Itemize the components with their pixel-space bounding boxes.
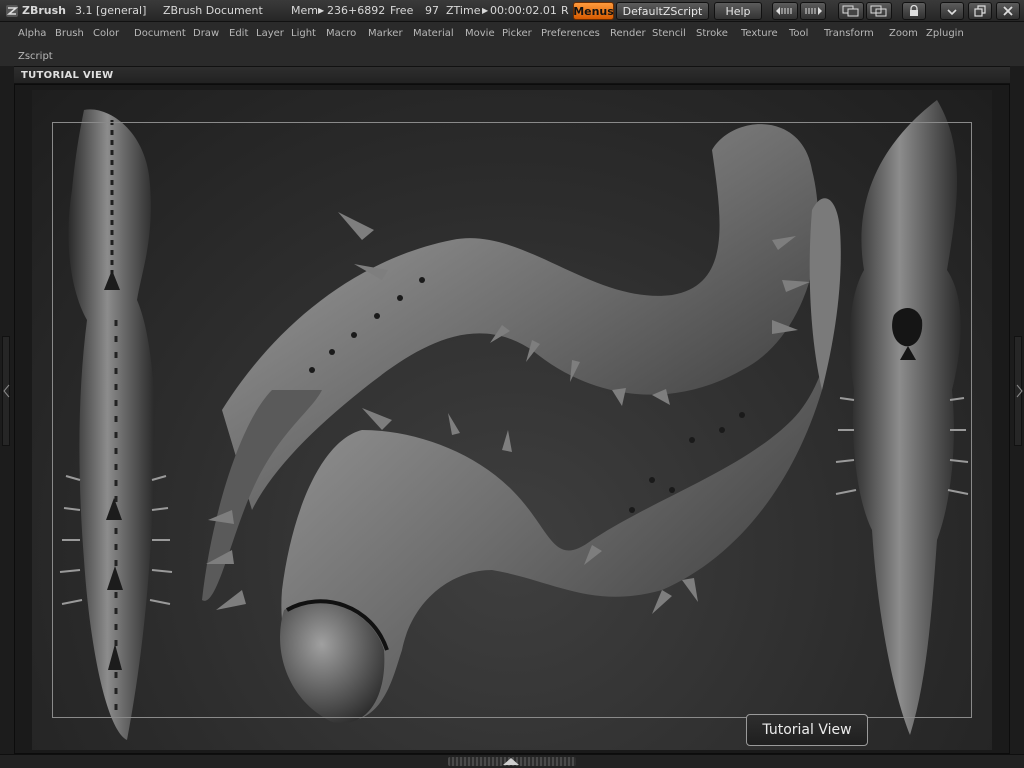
model-render [59,100,969,740]
lock-icon[interactable] [902,2,926,20]
menu-alpha[interactable]: Alpha [18,28,46,39]
model-center-view [202,124,841,724]
left-tray-arrow-icon [3,384,10,398]
menu-bar: Alpha Brush Color Document Draw Edit Lay… [0,22,1024,66]
menu-zoom[interactable]: Zoom [889,28,918,39]
title-bar: ZBrush 3.1 [general] ZBrush Document Mem… [0,0,1024,22]
menu-brush[interactable]: Brush [55,28,84,39]
tutorial-view-title: TUTORIAL VIEW [21,70,114,81]
menu-transform[interactable]: Transform [824,28,874,39]
menu-light[interactable]: Light [291,28,316,39]
ztime-value: 00:00:02.01 [490,4,557,17]
rec-marker: R [561,4,569,17]
menu-marker[interactable]: Marker [368,28,403,39]
layout-icon[interactable] [838,2,864,20]
scroll-left-icon[interactable] [772,2,798,20]
app-logo-icon [5,4,19,21]
document-name: ZBrush Document [163,4,263,17]
menu-movie[interactable]: Movie [465,28,495,39]
mem-value: 236+6892 [327,4,386,17]
menu-document[interactable]: Document [134,28,186,39]
document-canvas[interactable] [32,90,992,750]
model-right-view [835,100,969,735]
menu-preferences[interactable]: Preferences [541,28,600,39]
app-version: 3.1 [general] [75,4,147,17]
free-label: Free [390,4,414,17]
mem-label: Mem [291,4,318,17]
menu-draw[interactable]: Draw [193,28,219,39]
model-left-view [59,109,173,740]
menu-edit[interactable]: Edit [229,28,248,39]
menu-picker[interactable]: Picker [502,28,532,39]
menu-color[interactable]: Color [93,28,119,39]
default-zscript-button[interactable]: DefaultZScript [616,2,709,20]
menu-macro[interactable]: Macro [326,28,356,39]
bottom-tray-arrow-icon[interactable] [500,757,522,766]
ztime-arrow-icon: ▶ [482,6,489,15]
menu-zplugin[interactable]: Zplugin [926,28,964,39]
tutorial-view-tooltip: Tutorial View [746,714,868,746]
scroll-right-icon[interactable] [800,2,826,20]
close-icon[interactable] [996,2,1020,20]
menu-stroke[interactable]: Stroke [696,28,728,39]
help-button[interactable]: Help [714,2,762,20]
right-tray-arrow-icon [1016,384,1023,398]
layout-alt-icon[interactable] [866,2,892,20]
tutorial-view-strip: TUTORIAL VIEW [14,66,1010,84]
right-tray-handle[interactable] [1014,336,1023,446]
minimize-icon[interactable] [940,2,964,20]
menu-tool[interactable]: Tool [789,28,808,39]
free-value: 97 [425,4,439,17]
menu-texture[interactable]: Texture [741,28,778,39]
menu-zscript[interactable]: Zscript [18,51,53,62]
ztime-label: ZTime [446,4,481,17]
menu-material[interactable]: Material [413,28,454,39]
menu-layer[interactable]: Layer [256,28,284,39]
menu-render[interactable]: Render [610,28,646,39]
restore-icon[interactable] [968,2,992,20]
menu-stencil[interactable]: Stencil [652,28,686,39]
left-tray-handle[interactable] [2,336,10,446]
app-name: ZBrush [22,4,66,17]
menus-button[interactable]: Menus [573,2,614,20]
mem-arrow-icon: ▶ [318,6,325,15]
